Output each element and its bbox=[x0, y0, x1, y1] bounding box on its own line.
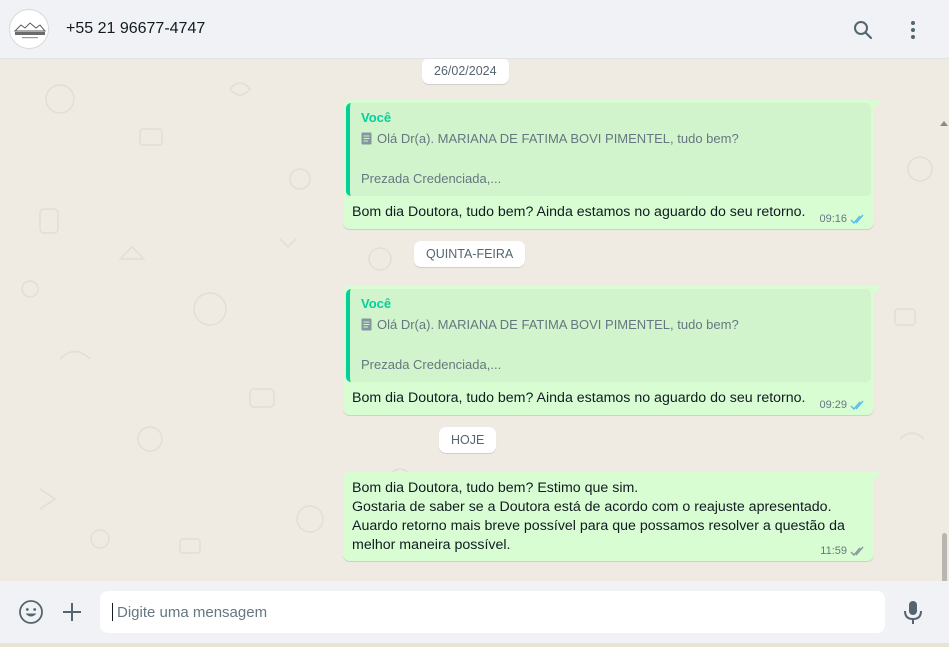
message-time: 09:16 bbox=[819, 213, 847, 225]
scrollbar-thumb[interactable] bbox=[942, 533, 947, 581]
quoted-message[interactable]: Você Olá Dr(a). MARIANA DE FATIMA BOVI P… bbox=[346, 289, 871, 382]
vertical-dots-menu-icon[interactable] bbox=[901, 18, 925, 42]
bubble-tail bbox=[872, 286, 882, 296]
read-ticks-icon bbox=[850, 214, 864, 224]
bubble-tail bbox=[872, 472, 882, 482]
contact-avatar[interactable] bbox=[9, 9, 49, 49]
bubble-tail bbox=[872, 100, 882, 110]
quote-text-secondary: Prezada Credenciada,... bbox=[361, 357, 502, 372]
scroll-up-arrow[interactable] bbox=[940, 121, 948, 126]
message-input-placeholder: Digite uma mensagem bbox=[117, 604, 268, 621]
delivered-ticks-icon bbox=[850, 546, 864, 556]
outgoing-message[interactable]: Você Olá Dr(a). MARIANA DE FATIMA BOVI P… bbox=[343, 286, 882, 415]
quote-text-secondary: Prezada Credenciada,... bbox=[361, 171, 502, 186]
message-input[interactable]: Digite uma mensagem bbox=[100, 591, 885, 633]
quote-text: Olá Dr(a). MARIANA DE FATIMA BOVI PIMENT… bbox=[377, 317, 739, 332]
outgoing-message[interactable]: Bom dia Doutora, tudo bem? Estimo que si… bbox=[343, 472, 882, 561]
message-meta: 09:29 bbox=[819, 399, 867, 411]
plus-attach-icon[interactable] bbox=[60, 600, 84, 624]
message-text: Bom dia Doutora, tudo bem? Estimo que si… bbox=[352, 480, 845, 553]
read-ticks-icon bbox=[850, 400, 864, 410]
chat-header: +55 21 96677-4747 bbox=[0, 0, 949, 59]
text-caret bbox=[112, 603, 113, 621]
microphone-icon[interactable] bbox=[902, 600, 924, 626]
quote-author: Você bbox=[361, 110, 392, 125]
quote-preview: Olá Dr(a). MARIANA DE FATIMA BOVI PIMENT… bbox=[361, 317, 739, 332]
date-chip: 26/02/2024 bbox=[422, 59, 509, 84]
quote-author: Você bbox=[361, 296, 392, 311]
contact-name[interactable]: +55 21 96677-4747 bbox=[66, 20, 205, 38]
composer-bar: Digite uma mensagem bbox=[0, 581, 949, 647]
quote-text: Olá Dr(a). MARIANA DE FATIMA BOVI PIMENT… bbox=[377, 131, 739, 146]
search-icon[interactable] bbox=[851, 18, 875, 42]
message-text: Bom dia Doutora, tudo bem? Ainda estamos… bbox=[352, 390, 806, 406]
quoted-message[interactable]: Você Olá Dr(a). MARIANA DE FATIMA BOVI P… bbox=[346, 103, 871, 196]
document-icon bbox=[361, 132, 372, 145]
document-icon bbox=[361, 318, 372, 331]
emoji-icon[interactable] bbox=[18, 599, 44, 625]
chat-panel[interactable]: 26/02/2024 Você Olá Dr(a). MARIANA DE FA… bbox=[0, 59, 949, 581]
message-meta: 09:16 bbox=[819, 213, 867, 225]
message-text: Bom dia Doutora, tudo bem? Ainda estamos… bbox=[352, 204, 806, 220]
message-meta: 11:59 bbox=[820, 545, 867, 557]
quote-preview: Olá Dr(a). MARIANA DE FATIMA BOVI PIMENT… bbox=[361, 131, 739, 146]
message-time: 09:29 bbox=[819, 399, 847, 411]
outgoing-message[interactable]: Você Olá Dr(a). MARIANA DE FATIMA BOVI P… bbox=[343, 100, 882, 229]
window-bottom-edge bbox=[0, 643, 949, 647]
message-time: 11:59 bbox=[820, 545, 847, 557]
date-chip: HOJE bbox=[439, 427, 497, 453]
date-chip: QUINTA-FEIRA bbox=[414, 241, 526, 267]
company-logo-avatar bbox=[11, 11, 48, 48]
